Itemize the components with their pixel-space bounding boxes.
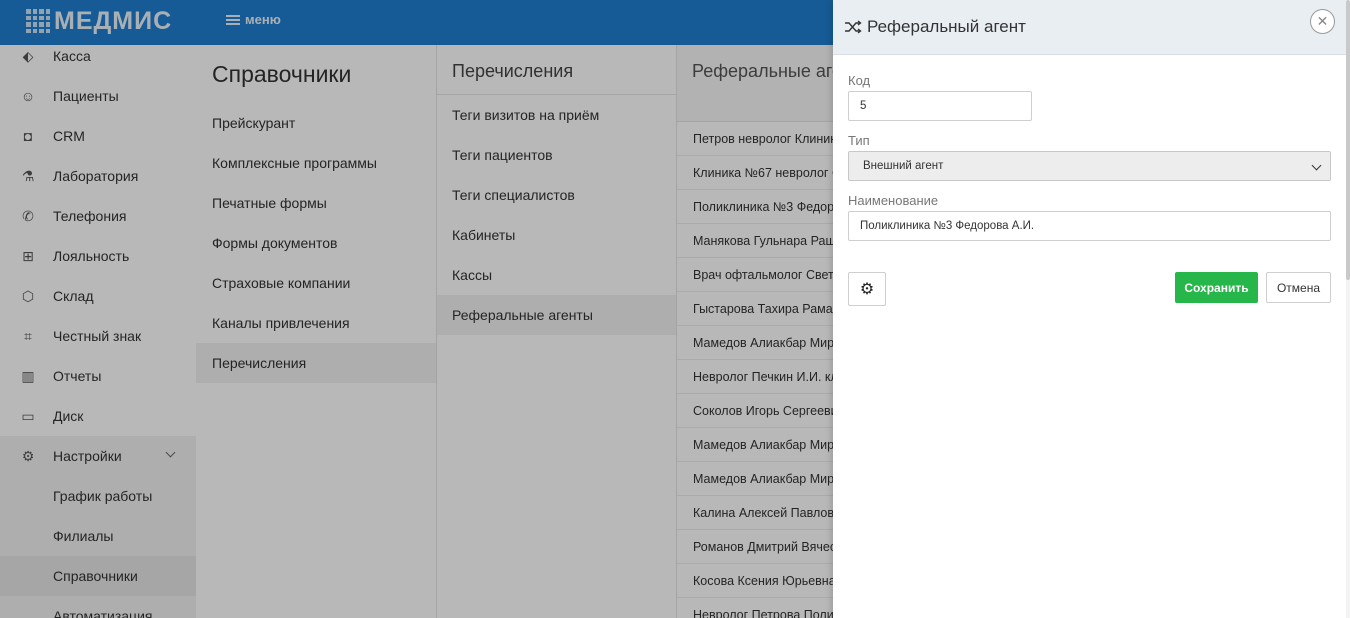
shuffle-icon <box>845 20 862 34</box>
modal-header: Реферальный агент ✕ <box>833 0 1350 55</box>
scrollbar-thumb[interactable] <box>1346 0 1350 280</box>
code-label: Код <box>848 73 871 88</box>
form-actions: ⚙ Сохранить Отмена <box>848 272 1331 332</box>
type-label: Тип <box>848 133 870 148</box>
modal-title: Реферальный агент <box>867 17 1026 36</box>
close-button[interactable]: ✕ <box>1310 9 1335 34</box>
scrollbar[interactable] <box>1346 0 1350 618</box>
settings-button[interactable]: ⚙ <box>848 272 886 306</box>
modal-backdrop[interactable] <box>0 0 833 618</box>
code-input[interactable]: 5 <box>848 91 1032 121</box>
gear-icon: ⚙ <box>859 281 875 298</box>
chevron-down-icon <box>1311 160 1322 171</box>
type-select[interactable]: Внешний агент <box>848 151 1331 181</box>
close-icon: ✕ <box>1316 13 1329 29</box>
agent-form: Код 5 Тип Внешний агент Наименование Пол… <box>833 55 1350 332</box>
type-select-value: Внешний агент <box>863 160 944 172</box>
name-input[interactable]: Поликлиника №3 Федорова А.И. <box>848 211 1331 241</box>
save-button[interactable]: Сохранить <box>1175 272 1258 303</box>
name-label: Наименование <box>848 193 939 208</box>
cancel-button[interactable]: Отмена <box>1266 272 1331 303</box>
referral-agent-modal: Реферальный агент ✕ Код 5 Тип Внешний аг… <box>833 0 1350 618</box>
